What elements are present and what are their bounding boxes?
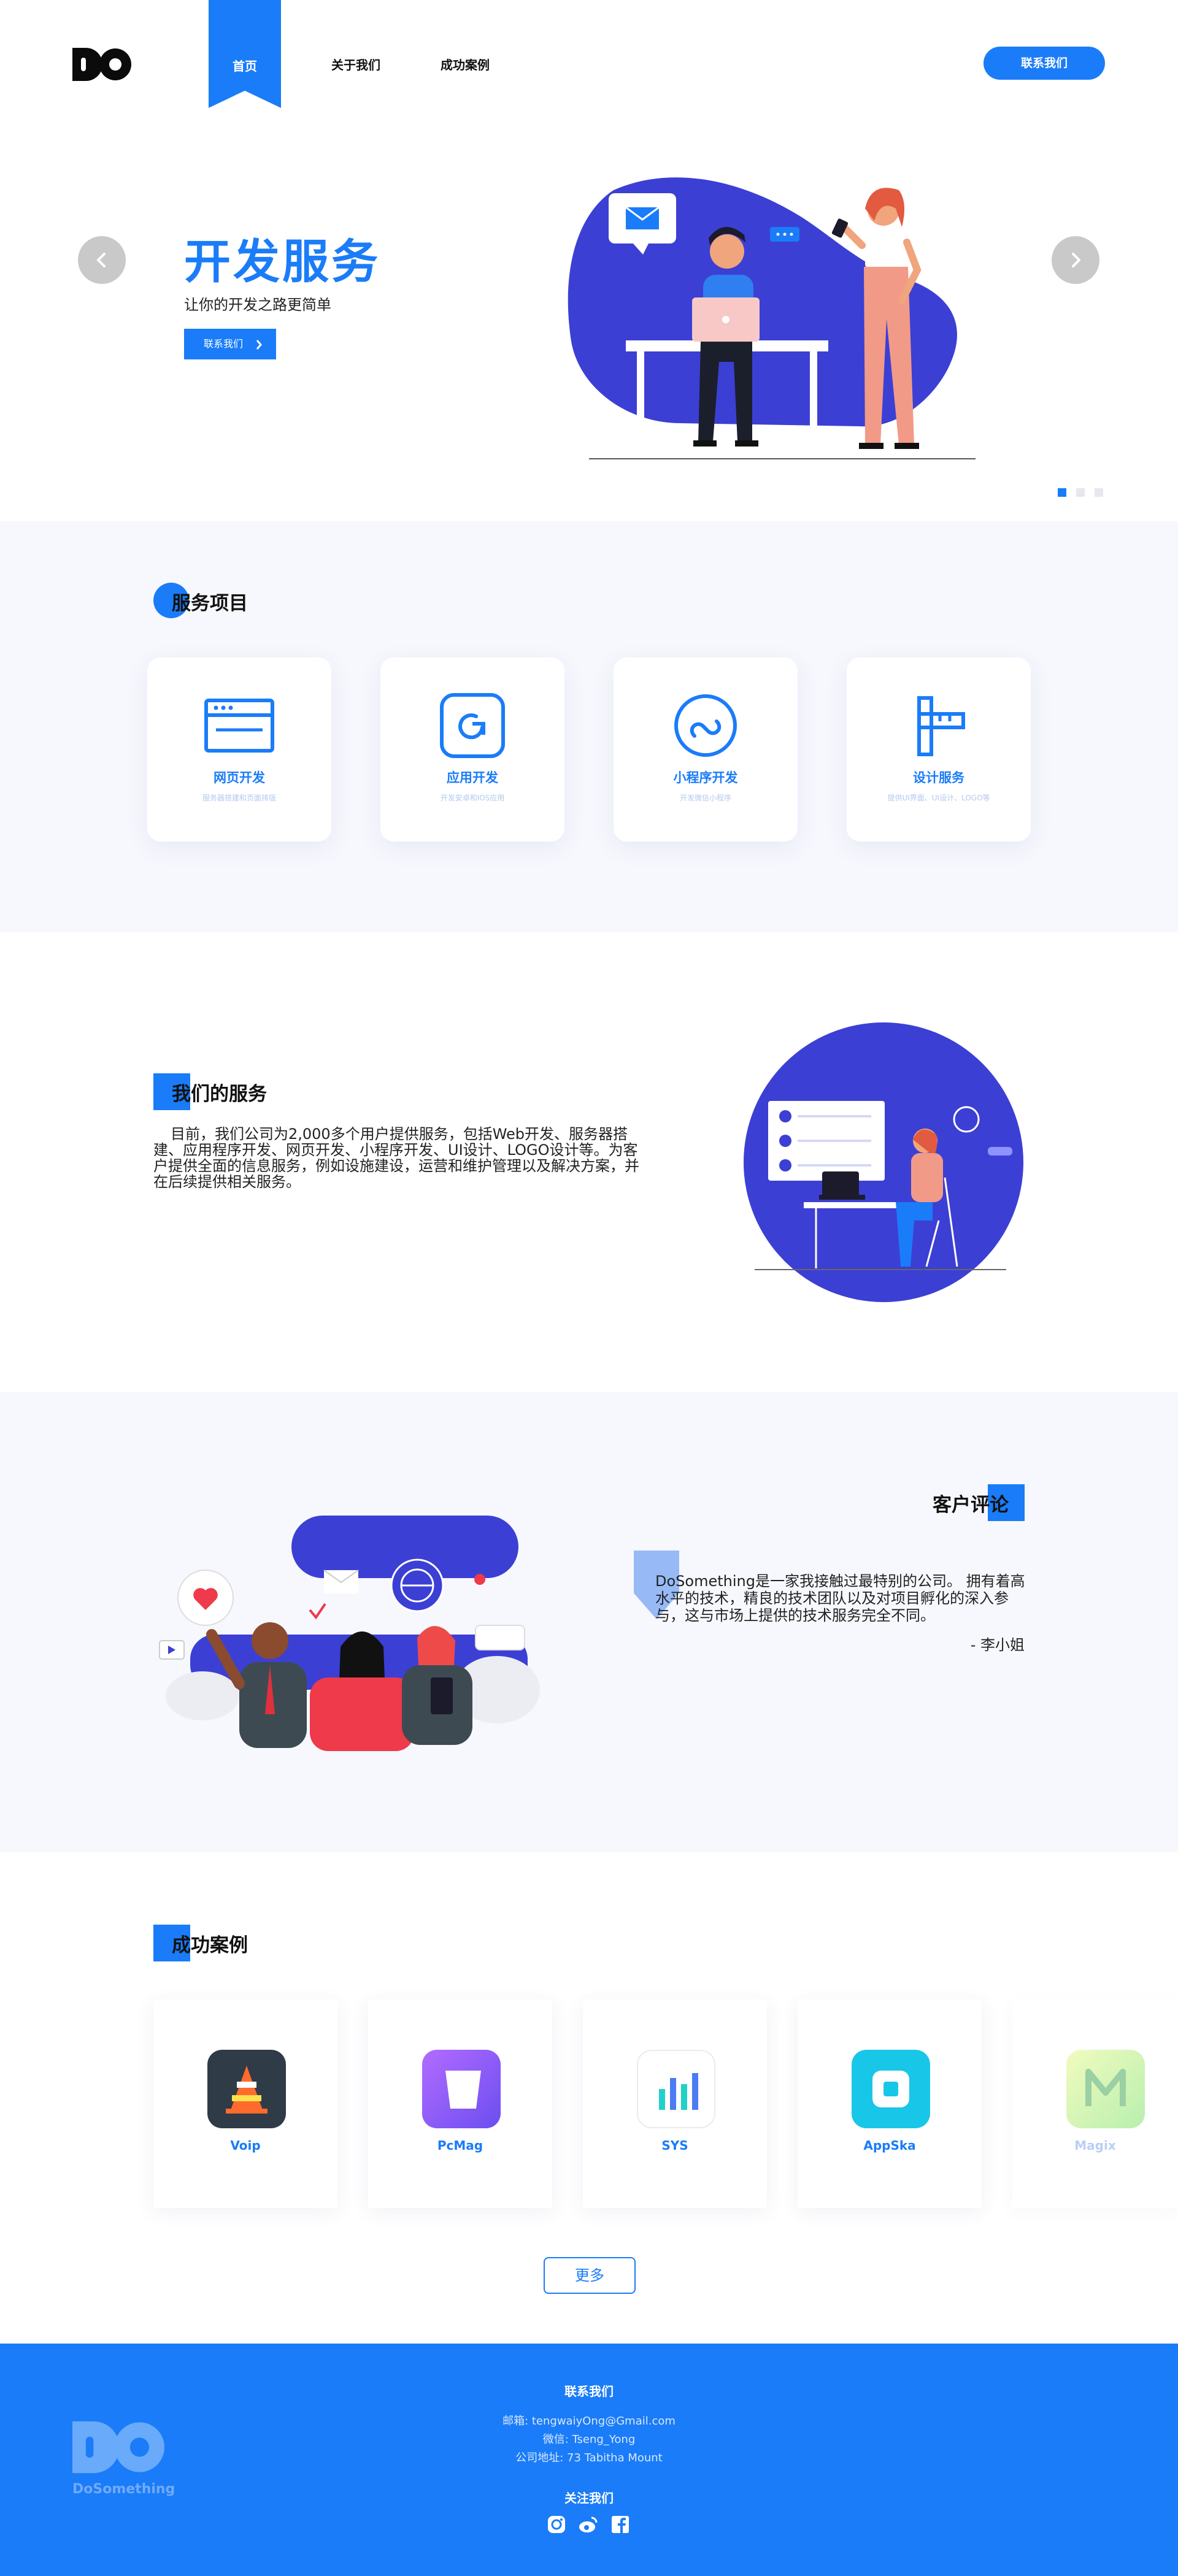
link-icon [674,694,737,757]
instagram-icon[interactable] [546,2514,567,2535]
service-card-miniapp[interactable]: 小程序开发 开发微信小程序 [614,657,798,841]
hero-contact-button[interactable]: 联系我们 [184,329,276,359]
case-name: Voip [230,2138,261,2153]
contact-button[interactable]: 联系我们 [984,47,1105,80]
parallelogram-icon [422,2050,501,2128]
do-logo-icon [72,48,131,81]
magix-m-icon [1066,2050,1145,2128]
weibo-icon[interactable] [578,2514,599,2535]
nav-about[interactable]: 关于我们 [331,55,380,73]
nav-home[interactable]: 首页 [209,0,281,108]
chevron-right-icon [256,340,262,350]
service-card-app[interactable]: 应用开发 开发安卓和IOS应用 [380,657,564,841]
chevron-right-icon [1072,253,1080,267]
service-card-design[interactable]: 设计服务 提供UI界面、UI设计、LOGO等 [847,657,1031,841]
carousel-dot-3[interactable] [1095,488,1103,497]
review-text: DoSomething是一家我接触过最特别的公司。 拥有着高水平的技术，精良的技… [655,1573,1025,1624]
case-card-appska[interactable]: AppSka [798,1999,982,2208]
case-name: PcMag [437,2138,483,2153]
case-card-voip[interactable]: Voip [153,1999,337,2208]
bar-chart-icon [637,2050,715,2128]
case-name: Magix [1074,2138,1116,2153]
footer-contact-title: 联系我们 [564,2384,614,2399]
review-author: - 李小姐 [970,1636,1025,1654]
hero-contact-label: 联系我们 [204,338,244,350]
case-name: AppSka [863,2138,916,2153]
hero-subtitle: 让你的开发之路更简单 [184,296,331,313]
service-desc: 开发微信小程序 [679,794,731,802]
case-name: SYS [661,2138,688,2153]
services-title: 服务项目 [172,592,248,615]
carousel-dot-1[interactable] [1058,488,1066,497]
service-desc: 提供UI界面、UI设计、LOGO等 [887,794,990,802]
hero-title: 开发服务 [184,234,380,289]
service-title: 设计服务 [913,770,964,785]
service-desc: 开发安卓和IOS应用 [440,794,505,802]
service-desc: 服务器搭建和页面排版 [202,794,276,802]
site-footer: DoSomething 联系我们 邮箱: tengwaiyOng@Gmail.c… [0,2344,1178,2576]
nav-cases[interactable]: 成功案例 [441,55,490,73]
footer-wechat: 微信: Tseng_Yong [542,2433,636,2446]
footer-email: 邮箱: tengwaiyOng@Gmail.com [502,2415,676,2428]
browser-window-icon [204,699,274,753]
nav-home-label: 首页 [233,59,257,74]
carousel-prev-button[interactable] [78,236,126,284]
about-text: 目前，我们公司为2,000多个用户提供服务，包括Web开发、服务器搭建、应用程序… [153,1125,639,1190]
about-illustration [744,1022,1023,1302]
facebook-icon[interactable] [610,2514,631,2535]
team-illustration [159,1516,540,1751]
square-ring-icon [852,2050,930,2128]
case-card-sys[interactable]: SYS [583,1999,767,2208]
chat-bubble-icon [770,227,799,242]
cases-title: 成功案例 [172,1934,248,1957]
footer-address: 公司地址: 73 Tabitha Mount [515,2451,663,2464]
carousel-next-button[interactable] [1052,236,1099,284]
carousel-dot-2[interactable] [1076,488,1085,497]
footer-logo [72,2421,164,2474]
service-title: 应用开发 [447,770,498,785]
more-button[interactable]: 更多 [544,2257,636,2294]
chevron-left-icon [97,253,106,267]
footer-follow-title: 关注我们 [564,2491,614,2505]
hero-illustration [568,177,976,459]
site-header: 首页 关于我们 成功案例 联系我们 [0,0,1178,129]
case-card-pcmag[interactable]: PcMag [368,1999,552,2208]
about-title: 我们的服务 [172,1083,267,1105]
traffic-cone-icon [207,2050,286,2128]
app-icon [440,693,505,758]
case-card-magix[interactable]: Magix [1012,1999,1178,2208]
service-card-web[interactable]: 网页开发 服务器搭建和页面排版 [147,657,331,841]
logo[interactable] [72,48,131,81]
ruler-icon [917,696,965,756]
service-title: 小程序开发 [673,770,738,785]
review-title: 客户评论 [933,1494,1009,1516]
service-title: 网页开发 [214,770,265,785]
